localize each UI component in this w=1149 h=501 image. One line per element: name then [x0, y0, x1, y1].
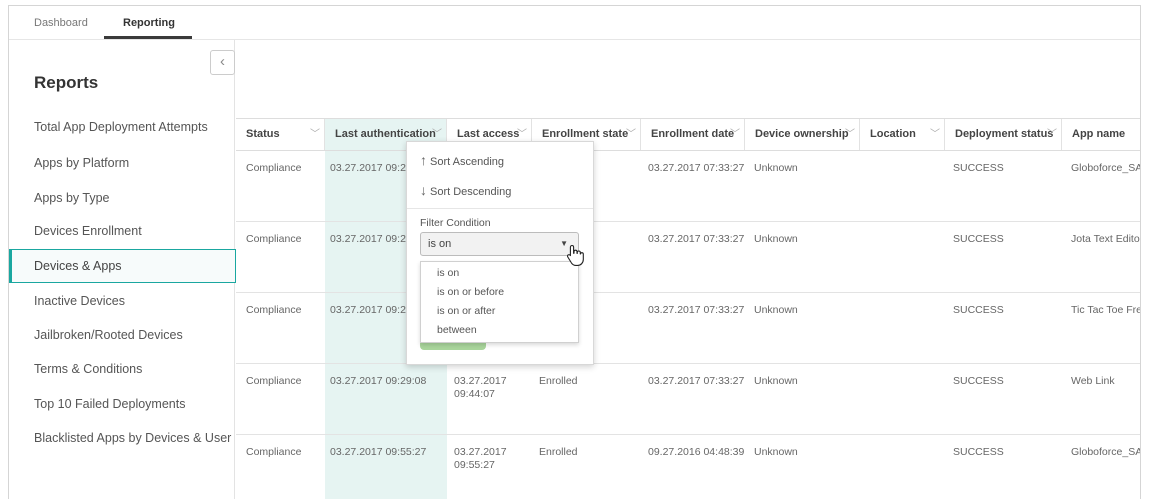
- sidebar-item-blacklisted-apps[interactable]: Blacklisted Apps by Devices & User: [9, 421, 235, 455]
- sidebar-item-apps-by-platform[interactable]: Apps by Platform: [9, 146, 235, 180]
- sort-ascending-label: Sort Ascending: [430, 156, 504, 168]
- col-header-label: Last access: [457, 128, 520, 140]
- cell-enrollment-date: 09.27.2016 04:48:39: [648, 446, 745, 458]
- cell-last-access-time: 09:44:07: [454, 388, 495, 400]
- sidebar-item-terms-conditions[interactable]: Terms & Conditions: [9, 352, 235, 386]
- sidebar-item-devices-apps[interactable]: Devices & Apps: [9, 249, 236, 283]
- col-header-label: App name: [1072, 128, 1126, 140]
- cell-last-authentication: 03.27.2017 09:29:08: [330, 375, 427, 387]
- cell-app-name: Web Link: [1071, 375, 1115, 387]
- report-table-area: Status ﹀ Last authentication ﹀ Last access…: [236, 40, 1140, 499]
- chevron-down-icon[interactable]: ﹀: [845, 119, 855, 150]
- col-header-enrollment-date[interactable]: Enrollment date ﹀: [641, 119, 745, 150]
- sidebar-item-jailbroken-rooted-devices[interactable]: Jailbroken/Rooted Devices: [9, 318, 235, 352]
- cell-device-ownership: Unknown: [754, 446, 798, 458]
- arrow-up-icon: ↑: [420, 152, 427, 168]
- cell-enrollment-date: 03.27.2017 07:33:27: [648, 162, 745, 174]
- chevron-down-icon[interactable]: ﹀: [730, 119, 740, 150]
- sidebar-item-total-app-deployment-attempts[interactable]: Total App Deployment Attempts: [9, 110, 235, 144]
- col-header-label: Enrollment state: [542, 128, 629, 140]
- chevron-down-icon[interactable]: ﹀: [626, 119, 636, 150]
- cell-last-authentication: 03.27.2017 09:55:27: [330, 446, 427, 458]
- col-header-status[interactable]: Status ﹀: [236, 119, 325, 150]
- filter-condition-dropdown: is on is on or before is on or after bet…: [420, 261, 579, 343]
- option-is-on-or-before[interactable]: is on or before: [437, 286, 504, 298]
- col-header-label: Device ownership: [755, 128, 849, 140]
- filter-condition-value: is on: [428, 238, 452, 250]
- col-header-label: Deployment status: [955, 128, 1054, 140]
- col-header-location[interactable]: Location ﹀: [860, 119, 945, 150]
- cell-last-access: 03.27.2017 09:55:27: [454, 446, 507, 472]
- cell-device-ownership: Unknown: [754, 162, 798, 174]
- sort-descending-option[interactable]: ↓ Sort Descending: [420, 182, 511, 198]
- tab-reporting[interactable]: Reporting: [123, 17, 175, 29]
- sidebar-title: Reports: [34, 73, 99, 92]
- cell-deployment-status: SUCCESS: [953, 162, 1004, 174]
- active-tab-indicator: [104, 36, 192, 39]
- reports-sidebar: ‹ Reports Total App Deployment Attempts …: [9, 40, 236, 499]
- cell-app-name: Globoforce_SAML: [1071, 162, 1141, 174]
- table-row[interactable]: Compliance 03.27.2017 09:29:08 03.27.201…: [236, 364, 1140, 435]
- cell-deployment-status: SUCCESS: [953, 446, 1004, 458]
- sort-descending-label: Sort Descending: [430, 186, 512, 198]
- cell-last-access-date: 03.27.2017: [454, 446, 507, 458]
- col-header-label: Status: [246, 128, 280, 140]
- sidebar-item-apps-by-type[interactable]: Apps by Type: [9, 181, 235, 215]
- col-header-app-name[interactable]: App name: [1062, 119, 1140, 150]
- chevron-down-icon[interactable]: ﹀: [1047, 119, 1057, 150]
- col-header-device-ownership[interactable]: Device ownership ﹀: [745, 119, 860, 150]
- option-is-on-or-after[interactable]: is on or after: [437, 305, 495, 317]
- filter-condition-label: Filter Condition: [420, 217, 491, 229]
- cell-enrollment-state: Enrolled: [539, 375, 578, 387]
- col-header-label: Enrollment date: [651, 128, 735, 140]
- cell-last-access: 03.27.2017 09:44:07: [454, 375, 507, 401]
- cell-device-ownership: Unknown: [754, 304, 798, 316]
- table-row[interactable]: Compliance 03.27.2017 09:29:08 03.27.201…: [236, 293, 1141, 364]
- chevron-down-icon[interactable]: ﹀: [930, 119, 940, 150]
- collapse-sidebar-icon[interactable]: ‹: [210, 50, 235, 75]
- top-nav: Dashboard Reporting: [9, 6, 1140, 40]
- col-header-deployment-status[interactable]: Deployment status ﹀: [945, 119, 1062, 150]
- table-row[interactable]: Compliance 03.27.2017 09:29:08 03.27.201…: [236, 151, 1141, 222]
- cell-status: Compliance: [246, 233, 302, 245]
- filter-condition-select[interactable]: is on ▼: [420, 232, 579, 256]
- cell-app-name: Jota Text Editor: [1071, 233, 1141, 245]
- hand-cursor-icon: [566, 244, 584, 266]
- cell-status: Compliance: [246, 304, 302, 316]
- col-header-label: Last authentication: [335, 128, 436, 140]
- cell-status: Compliance: [246, 446, 302, 458]
- chevron-down-icon[interactable]: ﹀: [310, 119, 320, 150]
- cell-device-ownership: Unknown: [754, 233, 798, 245]
- cell-enrollment-date: 03.27.2017 07:33:27: [648, 375, 745, 387]
- cell-last-access-time: 09:55:27: [454, 459, 495, 471]
- cell-enrollment-state: Enrolled: [539, 446, 578, 458]
- cell-device-ownership: Unknown: [754, 375, 798, 387]
- cell-enrollment-date: 03.27.2017 07:33:27: [648, 304, 745, 316]
- option-is-on[interactable]: is on: [437, 267, 459, 279]
- cell-enrollment-date: 03.27.2017 07:33:27: [648, 233, 745, 245]
- cell-deployment-status: SUCCESS: [953, 304, 1004, 316]
- sidebar-item-top-10-failed-deployments[interactable]: Top 10 Failed Deployments: [9, 387, 235, 421]
- col-header-label: Location: [870, 128, 916, 140]
- cell-app-name: Globoforce_SAML: [1071, 446, 1141, 458]
- table-row[interactable]: Compliance 03.27.2017 09:29:08 03.27.201…: [236, 222, 1141, 293]
- cell-deployment-status: SUCCESS: [953, 233, 1004, 245]
- tab-dashboard[interactable]: Dashboard: [34, 17, 88, 29]
- sort-ascending-option[interactable]: ↑ Sort Ascending: [420, 152, 504, 168]
- cell-last-access-date: 03.27.2017: [454, 375, 507, 387]
- arrow-down-icon: ↓: [420, 182, 427, 198]
- sidebar-item-inactive-devices[interactable]: Inactive Devices: [9, 284, 235, 318]
- popup-divider: [407, 208, 593, 209]
- cell-status: Compliance: [246, 375, 302, 387]
- table-row[interactable]: Compliance 03.27.2017 09:55:27 03.27.201…: [236, 435, 1141, 499]
- cell-app-name: Tic Tac Toe Free: [1071, 304, 1141, 316]
- cell-deployment-status: SUCCESS: [953, 375, 1004, 387]
- cell-status: Compliance: [246, 162, 302, 174]
- option-between[interactable]: between: [437, 324, 477, 336]
- table-header: Status ﹀ Last authentication ﹀ Last access…: [236, 118, 1140, 151]
- sidebar-item-devices-enrollment[interactable]: Devices Enrollment: [9, 214, 235, 248]
